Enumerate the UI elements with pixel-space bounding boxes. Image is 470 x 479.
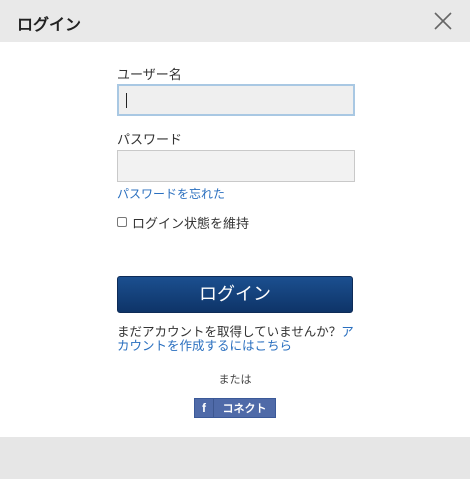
remember-me-label[interactable]: ログイン状態を維持 [132, 213, 249, 232]
password-label: パスワード [117, 133, 183, 148]
username-label: ユーザー名 [117, 68, 182, 83]
or-divider-text: または [218, 373, 252, 386]
close-icon[interactable] [431, 9, 455, 33]
dialog-title: ログイン [17, 15, 82, 34]
facebook-connect-button[interactable]: f コネクト [194, 398, 276, 418]
facebook-icon: f [195, 399, 214, 417]
forgot-password-link[interactable]: パスワードを忘れた [117, 185, 225, 202]
text-caret [126, 93, 127, 108]
password-input[interactable] [117, 150, 355, 182]
login-button[interactable]: ログイン [117, 276, 353, 313]
facebook-connect-label: コネクト [222, 402, 267, 415]
username-input[interactable] [117, 84, 355, 116]
remember-me: ログイン状態を維持 [117, 213, 249, 232]
signup-prompt: まだアカウントを取得していませんか？ [117, 324, 342, 339]
login-dialog: ログイン ユーザー名 パスワード パスワードを忘れた ログイン状態を維持 ログイ… [0, 0, 470, 437]
remember-me-checkbox[interactable] [117, 217, 127, 227]
signup-text: まだアカウントを取得していませんか？アカウントを作成するにはこちら [117, 325, 357, 353]
dialog-header: ログイン [0, 0, 470, 42]
